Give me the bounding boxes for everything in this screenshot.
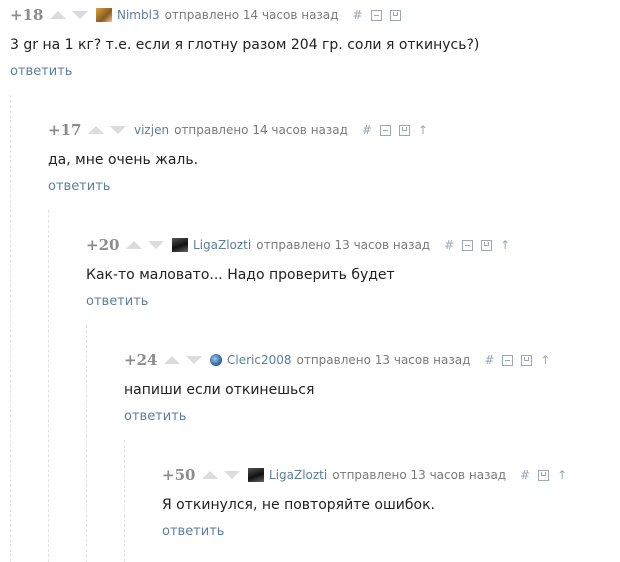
comment-header: +17 vizjen отправлено 14 часов назад # ↑ (48, 120, 428, 140)
permalink-hash-icon[interactable]: # (352, 9, 362, 21)
permalink-hash-icon[interactable]: # (484, 354, 494, 366)
comment-tools: # ↑ (520, 469, 567, 481)
thread-line (10, 95, 11, 562)
permalink-hash-icon[interactable]: # (362, 124, 372, 136)
reply-link[interactable]: ответить (86, 294, 148, 309)
comment-text: 3 gr на 1 кг? т.е. если я глотну разом 2… (10, 37, 480, 53)
comment: +50 LigaZlozti отправлено 13 часов назад… (162, 465, 567, 539)
comment-header: +20 LigaZlozti отправлено 13 часов назад… (86, 235, 510, 255)
save-icon[interactable] (521, 354, 533, 366)
comment: +20 LigaZlozti отправлено 13 часов назад… (86, 235, 510, 309)
comment-text: напиши если откинешься (124, 382, 315, 398)
comment-timestamp: отправлено 14 часов назад (164, 8, 339, 22)
comment-text: да, мне очень жаль. (48, 152, 199, 168)
upvote-arrow-icon[interactable] (126, 241, 142, 249)
reply-link[interactable]: ответить (48, 179, 110, 194)
comment-tools: # ↑ (362, 124, 428, 136)
downvote-arrow-icon[interactable] (224, 471, 240, 479)
comment-tools: # ↑ (444, 239, 510, 251)
reply-link[interactable]: ответить (124, 409, 186, 424)
collapse-icon[interactable] (502, 354, 514, 366)
comment-rating: +50 (162, 466, 196, 484)
user-avatar[interactable] (172, 238, 188, 252)
comment-timestamp: отправлено 13 часов назад (332, 468, 507, 482)
downvote-arrow-icon[interactable] (110, 126, 126, 134)
username-link[interactable]: LigaZlozti (193, 238, 251, 252)
comment-header: +50 LigaZlozti отправлено 13 часов назад… (162, 465, 567, 485)
collapse-icon[interactable] (379, 124, 391, 136)
comment-header: +24 Cleric2008 отправлено 13 часов назад… (124, 350, 550, 370)
thread-line (86, 325, 87, 562)
username-link[interactable]: Cleric2008 (227, 353, 292, 367)
comment-timestamp: отправлено 13 часов назад (296, 353, 471, 367)
comment: +17 vizjen отправлено 14 часов назад # ↑… (48, 120, 428, 194)
comment-rating: +17 (48, 121, 82, 139)
collapse-icon[interactable] (462, 239, 474, 251)
parent-arrow-icon[interactable]: ↑ (418, 124, 428, 136)
downvote-arrow-icon[interactable] (148, 241, 164, 249)
downvote-arrow-icon[interactable] (72, 11, 88, 19)
comment-text: Я откинулся, не повторяйте ошибок. (162, 497, 435, 513)
comment-rating: +18 (10, 6, 44, 24)
parent-arrow-icon[interactable]: ↑ (557, 469, 567, 481)
save-icon[interactable] (398, 124, 410, 136)
reply-link[interactable]: ответить (10, 64, 72, 79)
upvote-arrow-icon[interactable] (88, 126, 104, 134)
user-avatar[interactable] (210, 354, 222, 366)
comment-tools: # (352, 9, 401, 21)
username-link[interactable]: vizjen (134, 123, 169, 137)
comment: +18 Nimbl3 отправлено 14 часов назад # 3… (10, 5, 479, 79)
comment-timestamp: отправлено 14 часов назад (174, 123, 348, 137)
save-icon[interactable] (389, 9, 401, 21)
parent-arrow-icon[interactable]: ↑ (540, 354, 550, 366)
thread-line (124, 440, 125, 562)
comment-timestamp: отправлено 13 часов назад (256, 238, 431, 252)
username-link[interactable]: Nimbl3 (117, 8, 160, 22)
comment-tools: # ↑ (484, 354, 550, 366)
user-avatar[interactable] (248, 468, 264, 482)
user-avatar[interactable] (96, 8, 112, 22)
thread-line (48, 210, 49, 562)
permalink-hash-icon[interactable]: # (520, 469, 530, 481)
username-link[interactable]: LigaZlozti (269, 468, 327, 482)
comment-rating: +24 (124, 351, 158, 369)
comment-text: Как-то маловато... Надо проверить будет (86, 267, 395, 283)
parent-arrow-icon[interactable]: ↑ (500, 239, 510, 251)
save-icon[interactable] (538, 469, 550, 481)
permalink-hash-icon[interactable]: # (444, 239, 454, 251)
downvote-arrow-icon[interactable] (186, 356, 202, 364)
upvote-arrow-icon[interactable] (164, 356, 180, 364)
comment-header: +18 Nimbl3 отправлено 14 часов назад # (10, 5, 479, 25)
reply-link[interactable]: ответить (162, 524, 224, 539)
upvote-arrow-icon[interactable] (50, 11, 66, 19)
collapse-icon[interactable] (370, 9, 382, 21)
comment: +24 Cleric2008 отправлено 13 часов назад… (124, 350, 550, 424)
comment-rating: +20 (86, 236, 120, 254)
save-icon[interactable] (481, 239, 493, 251)
upvote-arrow-icon[interactable] (202, 471, 218, 479)
